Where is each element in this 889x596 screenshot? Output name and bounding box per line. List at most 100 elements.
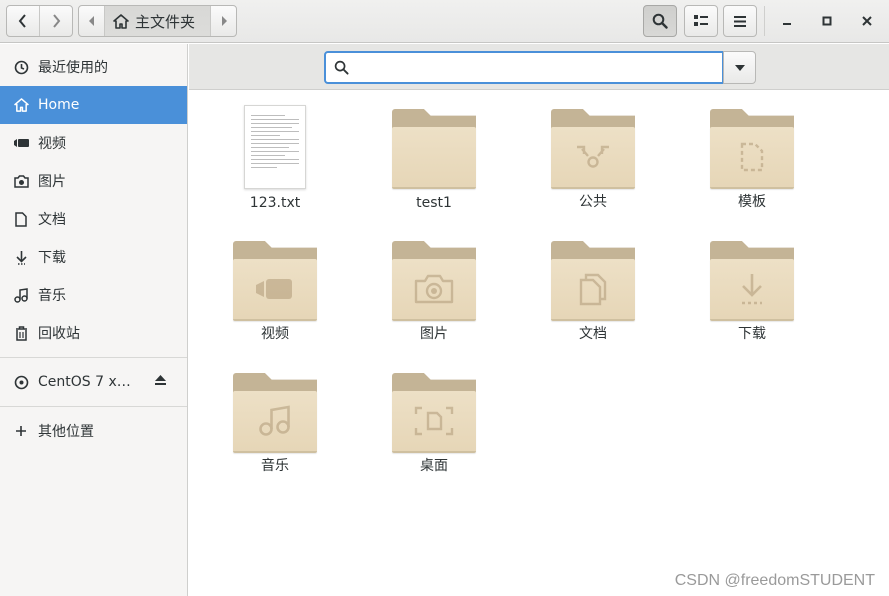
file-name: test1 bbox=[416, 195, 452, 211]
document-icon bbox=[13, 211, 29, 227]
document-icon bbox=[579, 273, 607, 306]
chevron-left-icon bbox=[18, 14, 26, 28]
file-name: 音乐 bbox=[261, 458, 289, 474]
watermark-text: CSDN @freedomSTUDENT bbox=[674, 572, 875, 589]
folder-item[interactable]: test1 bbox=[369, 91, 499, 211]
file-name: 下载 bbox=[738, 326, 766, 342]
sidebar-item-downloads[interactable]: 下载 bbox=[0, 238, 187, 276]
camera-icon bbox=[13, 173, 29, 189]
file-name: 视频 bbox=[261, 326, 289, 342]
search-bar bbox=[189, 44, 889, 90]
sidebar-item-home[interactable]: Home bbox=[0, 86, 187, 124]
folder-item[interactable]: 音乐 bbox=[210, 355, 340, 475]
folder-item[interactable]: 图片 bbox=[369, 223, 499, 343]
sidebar-item-other-locations[interactable]: 其他位置 bbox=[0, 412, 187, 450]
template-icon bbox=[740, 142, 764, 172]
triangle-right-icon bbox=[221, 16, 227, 26]
folder-item[interactable]: 公共 bbox=[528, 91, 658, 211]
search-toggle-button[interactable] bbox=[643, 5, 677, 37]
search-icon bbox=[652, 13, 668, 29]
sidebar-separator bbox=[0, 406, 187, 407]
trash-icon bbox=[13, 325, 29, 341]
sidebar-item-centos-disc[interactable]: CentOS 7 x… bbox=[0, 363, 187, 401]
view-mode-button[interactable] bbox=[684, 5, 718, 37]
video-camera-icon bbox=[256, 279, 292, 299]
search-entry bbox=[324, 51, 724, 84]
folder-icon bbox=[710, 109, 794, 189]
sidebar-item-label: 文档 bbox=[38, 212, 66, 228]
minimize-icon bbox=[783, 23, 791, 25]
folder-item[interactable]: 视频 bbox=[210, 223, 340, 343]
path-home-button[interactable]: 主文件夹 bbox=[105, 6, 210, 36]
file-name: 桌面 bbox=[420, 458, 448, 474]
sidebar-item-music[interactable]: 音乐 bbox=[0, 276, 187, 314]
search-options-dropdown[interactable] bbox=[723, 51, 756, 84]
folder-item[interactable]: 文档 bbox=[528, 223, 658, 343]
home-icon bbox=[13, 97, 29, 113]
path-scroll-right-button[interactable] bbox=[210, 6, 236, 36]
camera-icon bbox=[414, 274, 454, 304]
eject-icon bbox=[155, 375, 166, 385]
search-icon bbox=[334, 60, 349, 75]
chevron-right-icon bbox=[53, 14, 61, 28]
sidebar-item-label: 音乐 bbox=[38, 288, 66, 304]
chevron-down-icon bbox=[734, 64, 745, 71]
file-view: 123.txt test1 公共 模板 视频 图片 文档 下载 音乐 桌面 CS… bbox=[189, 91, 889, 596]
header-separator bbox=[764, 6, 765, 36]
music-note-icon bbox=[259, 405, 290, 436]
file-name: 图片 bbox=[420, 326, 448, 342]
share-icon bbox=[577, 145, 609, 168]
file-name: 123.txt bbox=[249, 195, 301, 211]
sidebar-item-pictures[interactable]: 图片 bbox=[0, 162, 187, 200]
menu-button[interactable] bbox=[723, 5, 757, 37]
folder-item[interactable]: 下载 bbox=[687, 223, 817, 343]
file-name: 模板 bbox=[738, 194, 766, 210]
search-input[interactable] bbox=[357, 56, 722, 79]
file-item[interactable]: 123.txt bbox=[210, 91, 340, 211]
triangle-left-icon bbox=[88, 16, 94, 26]
sidebar-item-videos[interactable]: 视频 bbox=[0, 124, 187, 162]
music-note-icon bbox=[13, 287, 29, 303]
text-file-icon bbox=[244, 105, 306, 189]
sidebar-item-label: 图片 bbox=[38, 174, 66, 190]
folder-icon bbox=[551, 241, 635, 321]
file-name: 公共 bbox=[579, 194, 607, 210]
sidebar-item-label: Home bbox=[38, 97, 80, 113]
folder-icon bbox=[392, 109, 476, 189]
path-scroll-left-button[interactable] bbox=[79, 6, 105, 36]
maximize-button[interactable] bbox=[814, 8, 840, 34]
download-arrow-icon bbox=[13, 249, 29, 265]
folder-item[interactable]: 模板 bbox=[687, 91, 817, 211]
sidebar-item-recent[interactable]: 最近使用的 bbox=[0, 48, 187, 86]
sidebar-item-label: CentOS 7 x… bbox=[38, 374, 131, 390]
sidebar-item-label: 回收站 bbox=[38, 326, 80, 342]
eject-button[interactable] bbox=[154, 374, 167, 390]
sidebar-item-label: 最近使用的 bbox=[38, 60, 108, 76]
back-button[interactable] bbox=[7, 6, 40, 36]
navigation-buttons bbox=[6, 5, 73, 37]
sidebar-item-label: 视频 bbox=[38, 136, 66, 152]
sidebar-item-documents[interactable]: 文档 bbox=[0, 200, 187, 238]
disc-icon bbox=[13, 374, 29, 390]
home-icon bbox=[113, 13, 129, 29]
recent-clock-icon bbox=[13, 59, 29, 75]
folder-icon bbox=[233, 241, 317, 321]
desktop-icon bbox=[414, 406, 454, 436]
plus-icon bbox=[13, 423, 29, 439]
video-camera-icon bbox=[13, 135, 29, 151]
folder-icon bbox=[392, 373, 476, 453]
close-icon bbox=[862, 16, 872, 26]
forward-button[interactable] bbox=[40, 6, 72, 36]
list-view-icon bbox=[694, 15, 708, 26]
folder-icon bbox=[233, 373, 317, 453]
maximize-icon bbox=[822, 16, 832, 26]
path-bar: 主文件夹 bbox=[78, 5, 237, 37]
header-bar: 主文件夹 bbox=[0, 0, 889, 43]
folder-icon bbox=[710, 241, 794, 321]
sidebar-item-trash[interactable]: 回收站 bbox=[0, 314, 187, 352]
folder-icon bbox=[392, 241, 476, 321]
hamburger-menu-icon bbox=[734, 15, 746, 27]
close-button[interactable] bbox=[854, 8, 880, 34]
minimize-button[interactable] bbox=[774, 8, 800, 34]
folder-item[interactable]: 桌面 bbox=[369, 355, 499, 475]
